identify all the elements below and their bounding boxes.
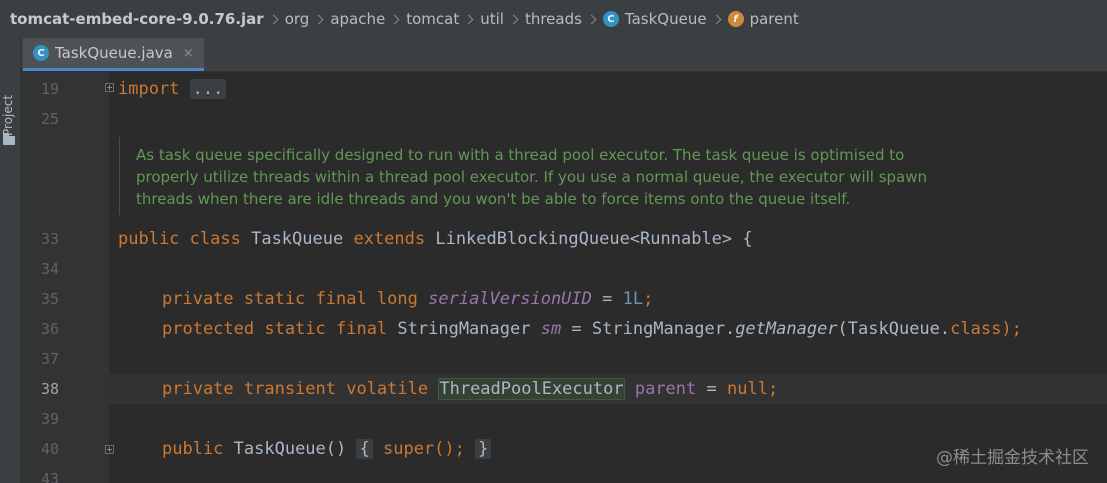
project-tool-button[interactable]: Project: [1, 95, 15, 136]
code-text: =: [696, 379, 727, 399]
fold-expand-icon[interactable]: [105, 83, 114, 92]
chevron-right-icon: [711, 14, 722, 24]
breadcrumb-item-org[interactable]: org: [285, 10, 310, 28]
line-number: 40: [40, 440, 59, 458]
field-name: sm: [540, 319, 562, 339]
code-line-33: public class TaskQueue extends LinkedBlo…: [118, 224, 753, 254]
keyword: import: [118, 79, 180, 99]
chevron-right-icon: [586, 14, 597, 24]
tab-taskqueue-java[interactable]: C TaskQueue.java ×: [23, 38, 204, 71]
class-name: TaskQueue: [240, 229, 354, 249]
keyword: protected static final: [162, 319, 388, 339]
line-number: 43: [40, 470, 59, 483]
breadcrumb-label: tomcat: [406, 10, 460, 28]
javadoc-line: As task queue specifically designed to r…: [136, 146, 905, 164]
breadcrumb-label: tomcat-embed-core-9.0.76.jar: [10, 10, 264, 28]
line-number: 35: [40, 290, 59, 308]
code-line-36: protected static final StringManager sm …: [162, 314, 1022, 344]
breadcrumb-item-apache[interactable]: apache: [330, 10, 385, 28]
javadoc-line: properly utilize threads within a thread…: [136, 168, 928, 186]
keyword: class: [950, 319, 1002, 339]
breadcrumb-item-util[interactable]: util: [480, 10, 504, 28]
code-text: ();: [434, 439, 465, 459]
keyword: null: [726, 379, 768, 399]
chevron-right-icon: [268, 14, 279, 24]
chevron-right-icon: [508, 14, 519, 24]
number-literal: 1L: [622, 289, 644, 309]
breadcrumb-item-tomcat[interactable]: tomcat: [406, 10, 459, 28]
code-line-19: import ...: [118, 74, 227, 104]
keyword: class: [189, 229, 241, 249]
breadcrumb-item-jar[interactable]: tomcat-embed-core-9.0.76.jar: [10, 10, 264, 28]
folded-imports[interactable]: ...: [189, 79, 227, 99]
class-icon: C: [33, 45, 49, 61]
line-number: 25: [40, 110, 59, 128]
breadcrumb-label: parent: [749, 10, 799, 28]
code-line-35: private static final long serialVersionU…: [162, 284, 653, 314]
keyword: private static final long: [162, 289, 418, 309]
breadcrumb-item-threads[interactable]: threads: [525, 10, 582, 28]
code-line-38: private transient volatile ThreadPoolExe…: [162, 374, 778, 404]
ide-window: tomcat-embed-core-9.0.76.jar org apache …: [0, 0, 1107, 483]
class-icon: C: [602, 11, 619, 27]
javadoc-text: As task queue specifically designed to r…: [136, 144, 956, 210]
watermark: @稀土掘金技术社区: [936, 448, 1089, 468]
chevron-right-icon: [389, 14, 400, 24]
line-number: 34: [40, 260, 59, 278]
line-number: 39: [40, 410, 59, 428]
folder-icon[interactable]: [3, 133, 15, 145]
code-text: );: [1001, 319, 1022, 339]
rendered-javadoc: As task queue specifically designed to r…: [119, 137, 940, 215]
field-name: serialVersionUID: [428, 289, 592, 309]
line-number: 33: [40, 230, 59, 248]
close-icon[interactable]: ×: [183, 46, 194, 61]
keyword: public: [162, 439, 224, 459]
type-name: StringManager: [387, 319, 541, 339]
fold-expand-icon[interactable]: [105, 445, 114, 454]
editor-tabs: C TaskQueue.java ×: [21, 38, 1107, 72]
code-text: ;: [767, 379, 779, 399]
keyword: public: [118, 229, 180, 249]
code-text: (TaskQueue.: [837, 319, 951, 339]
line-number-gutter: 19 25 33 34 35 36 37 38 39 40 43: [21, 72, 109, 483]
chevron-right-icon: [463, 14, 474, 24]
line-number: 36: [40, 320, 59, 338]
method-name: getManager: [735, 319, 838, 339]
line-number-current: 38: [40, 380, 59, 398]
code-text: = StringManager.: [561, 319, 736, 339]
line-number: 37: [40, 350, 59, 368]
field-name: parent: [634, 379, 697, 399]
code-line-40: public TaskQueue() { super(); }: [162, 434, 492, 464]
keyword: private transient volatile: [162, 379, 429, 399]
breadcrumb-label: threads: [524, 10, 582, 28]
breadcrumb-label: apache: [330, 10, 386, 28]
line-number: 19: [40, 80, 59, 98]
type-name-highlighted[interactable]: ThreadPoolExecutor: [438, 378, 625, 400]
code-editor[interactable]: 19 25 33 34 35 36 37 38 39 40 43 import …: [21, 72, 1107, 483]
breadcrumb-label: org: [284, 10, 310, 28]
folded-brace[interactable]: }: [475, 439, 492, 459]
breadcrumb-label: TaskQueue: [624, 10, 707, 28]
code-text: ;: [643, 289, 654, 309]
breadcrumb-item-taskqueue[interactable]: C TaskQueue: [602, 10, 707, 28]
chevron-right-icon: [313, 14, 324, 24]
constructor-name: TaskQueue(): [223, 439, 357, 459]
code-text: LinkedBlockingQueue<Runnable> {: [425, 229, 753, 249]
tool-window-strip: Project: [0, 38, 21, 483]
code-text: =: [591, 289, 623, 309]
field-icon: f: [727, 11, 744, 27]
folded-brace[interactable]: {: [356, 439, 373, 459]
keyword: super: [382, 439, 435, 459]
keyword: extends: [353, 229, 426, 249]
tab-label: TaskQueue.java: [55, 44, 173, 62]
breadcrumb-item-parent[interactable]: f parent: [727, 10, 799, 28]
javadoc-line: threads when there are idle threads and …: [136, 190, 851, 208]
breadcrumb: tomcat-embed-core-9.0.76.jar org apache …: [0, 0, 1107, 38]
breadcrumb-label: util: [480, 10, 504, 28]
